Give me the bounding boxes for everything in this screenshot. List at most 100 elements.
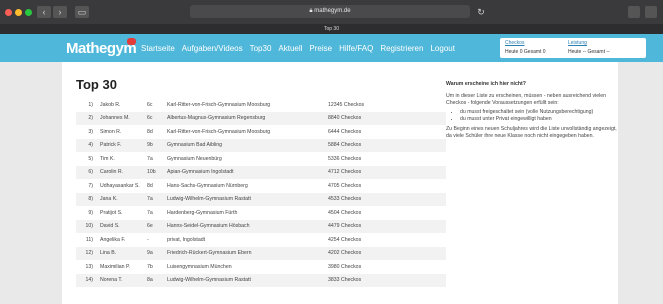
- rank-cell: 1): [88, 101, 93, 108]
- nav-registrieren[interactable]: Registrieren: [380, 44, 423, 53]
- checkos-cell: 8840 Checkos: [328, 115, 362, 122]
- class-cell: 8d: [147, 128, 153, 135]
- school-cell: Gymnasium Neuenbürg: [167, 155, 222, 162]
- rank-cell: 6): [88, 169, 93, 176]
- nav-aufgaben-videos[interactable]: Aufgaben/Videos: [182, 44, 243, 53]
- school-cell: Hans-Sachs-Gymnasium Nürnberg: [167, 182, 248, 189]
- class-cell: -: [147, 236, 149, 243]
- checkos-cell: 4254 Checkos: [328, 236, 362, 243]
- minimize-window-button[interactable]: [15, 9, 22, 16]
- class-cell: 9b: [147, 142, 153, 149]
- nav-aktuell[interactable]: Aktuell: [278, 44, 302, 53]
- class-cell: 6c: [147, 115, 153, 122]
- class-cell: 7a: [147, 196, 153, 203]
- table-row: 12) Lina B. 9a Friedrich-Rückert-Gymnasium …: [76, 246, 446, 260]
- checkos-value: Heute 0 Gesamt 0: [505, 49, 546, 55]
- school-cell: Ludwig-Wilhelm-Gymnasium Rastatt: [167, 196, 251, 203]
- table-row: 6) Carolin R. 10b Apian-Gymnasium Ingolstad…: [76, 165, 446, 179]
- site-header: Mathegym Startseite Aufgaben/Videos Top3…: [0, 34, 663, 62]
- reload-icon[interactable]: ↻: [474, 6, 488, 18]
- table-row: 2) Johannes M. 6c Albertus-Magnus-Gymnasium…: [76, 111, 446, 125]
- nav-startseite[interactable]: Startseite: [141, 44, 175, 53]
- stats-panel: Checkos Heute 0 Gesamt 0 Leistung Heute …: [500, 38, 646, 58]
- table-row: 1) Jakob R. 6c Karl-Ritter-von-Frisch-Gymna…: [76, 98, 446, 112]
- checkos-cell: 4705 Checkos: [328, 182, 362, 189]
- browser-toolbar: ‹ › ▭ ◐ 🔒︎ mathegym.de ↻: [0, 0, 663, 24]
- checkos-link[interactable]: Checkos: [505, 40, 546, 46]
- requirement-item: du musst freigeschaltet sein (volle Nutz…: [460, 109, 618, 116]
- forward-icon[interactable]: ›: [53, 6, 67, 18]
- table-row: 5) Tim K. 7a Gymnasium Neuenbürg 5336 Checko…: [76, 152, 446, 166]
- checkos-cell: 12345 Checkos: [328, 101, 365, 108]
- table-row: 9) Pratijot S. 7a Hardenberg-Gymnasium Fürt…: [76, 206, 446, 220]
- name-cell: Tim K.: [100, 155, 115, 162]
- leistung-link[interactable]: Leistung: [568, 40, 610, 46]
- rank-cell: 5): [88, 155, 93, 162]
- name-cell: Angelika F.: [100, 236, 126, 243]
- class-cell: 8a: [147, 277, 153, 284]
- class-cell: 8d: [147, 182, 153, 189]
- nav-top30[interactable]: Top30: [250, 44, 272, 53]
- class-cell: 9a: [147, 250, 153, 257]
- zoom-window-button[interactable]: [25, 9, 32, 16]
- school-cell: Apian-Gymnasium Ingolstadt: [167, 169, 234, 176]
- rank-cell: 12): [85, 250, 94, 257]
- name-cell: Lina B.: [100, 250, 117, 257]
- checkos-cell: 4504 Checkos: [328, 209, 362, 216]
- rank-cell: 10): [85, 223, 94, 230]
- checkos-cell: 4712 Checkos: [328, 169, 362, 176]
- rank-cell: 8): [88, 196, 93, 203]
- close-window-button[interactable]: [5, 9, 12, 16]
- checkos-cell: 3833 Checkos: [328, 277, 362, 284]
- back-icon[interactable]: ‹: [37, 6, 51, 18]
- school-cell: Friedrich-Rückert-Gymnasium Ebern: [167, 250, 252, 257]
- rank-cell: 9): [88, 209, 93, 216]
- checkos-stat: Checkos Heute 0 Gesamt 0: [505, 40, 546, 55]
- name-cell: Norena T.: [100, 277, 123, 284]
- table-row: 3) Simon R. 8d Karl-Ritter-von-Frisch-Gymna…: [76, 125, 446, 139]
- table-row: 8) Jana K. 7a Ludwig-Wilhelm-Gymnasium Rast…: [76, 192, 446, 206]
- table-row: 7) Udhayasankar S. 8d Hans-Sachs-Gymnasium …: [76, 179, 446, 193]
- name-cell: Maximilian P.: [100, 263, 131, 270]
- nav-preise[interactable]: Preise: [309, 44, 332, 53]
- sidebar-intro: Um in dieser Liste zu erscheinen, müssen…: [446, 92, 607, 106]
- checkos-cell: 6444 Checkos: [328, 128, 362, 135]
- checkos-cell: 5884 Checkos: [328, 142, 362, 149]
- name-cell: Patrick F.: [100, 142, 122, 149]
- name-cell: David S.: [100, 223, 120, 230]
- name-cell: Jakob R.: [100, 101, 121, 108]
- notification-badge: [127, 38, 136, 45]
- requirement-item: du musst unter Privat eingewilligt haben: [460, 116, 618, 123]
- checkos-cell: 4202 Checkos: [328, 250, 362, 257]
- rank-cell: 3): [88, 128, 93, 135]
- address-bar[interactable]: 🔒︎ mathegym.de: [190, 5, 470, 18]
- info-sidebar: Warum erscheine ich hier nicht? Um in di…: [446, 81, 618, 201]
- site-logo[interactable]: Mathegym: [66, 40, 137, 57]
- rank-cell: 13): [85, 263, 94, 270]
- class-cell: 7a: [147, 155, 153, 162]
- share-icon[interactable]: [628, 6, 640, 18]
- school-cell: Hanns-Seidel-Gymnasium Hösbach: [167, 223, 250, 230]
- sidebar-toggle-icon[interactable]: ▭: [75, 6, 89, 18]
- nav-hilfe-faq[interactable]: Hilfe/FAQ: [339, 44, 373, 53]
- school-cell: Albertus-Magnus-Gymnasium Regensburg: [167, 115, 266, 122]
- tabs-overview-icon[interactable]: [645, 6, 657, 18]
- school-cell: Hardenberg-Gymnasium Fürth: [167, 209, 238, 216]
- checkos-cell: 5336 Checkos: [328, 155, 362, 162]
- rank-cell: 11): [85, 236, 93, 243]
- school-cell: Ludwig-Wilhelm-Gymnasium Rastatt: [167, 277, 251, 284]
- table-row: 11) Angelika F. - privat, Ingolstadt 4254 Ch…: [76, 233, 446, 247]
- nav-logout[interactable]: Logout: [430, 44, 454, 53]
- leistung-value: Heute -- Gesamt --: [568, 49, 610, 55]
- ranking-table: 1) Jakob R. 6c Karl-Ritter-von-Frisch-Gymna…: [76, 98, 446, 287]
- table-row: 10) David S. 6e Hanns-Seidel-Gymnasium Hösb…: [76, 219, 446, 233]
- sidebar-note: Zu Beginn eines neuen Schuljahres wird d…: [446, 125, 617, 139]
- school-cell: Karl-Ritter-von-Frisch-Gymnasium Moosbur…: [167, 128, 271, 135]
- name-cell: Carolin R.: [100, 169, 124, 176]
- class-cell: 10b: [147, 169, 156, 176]
- rank-cell: 2): [88, 115, 93, 122]
- active-tab[interactable]: Top 30: [0, 24, 663, 34]
- main-content: Top 30 1) Jakob R. 6c Karl-Ritter-von-Frisc…: [62, 62, 618, 304]
- school-cell: Gymnasium Bad Aibling: [167, 142, 223, 149]
- name-cell: Pratijot S.: [100, 209, 123, 216]
